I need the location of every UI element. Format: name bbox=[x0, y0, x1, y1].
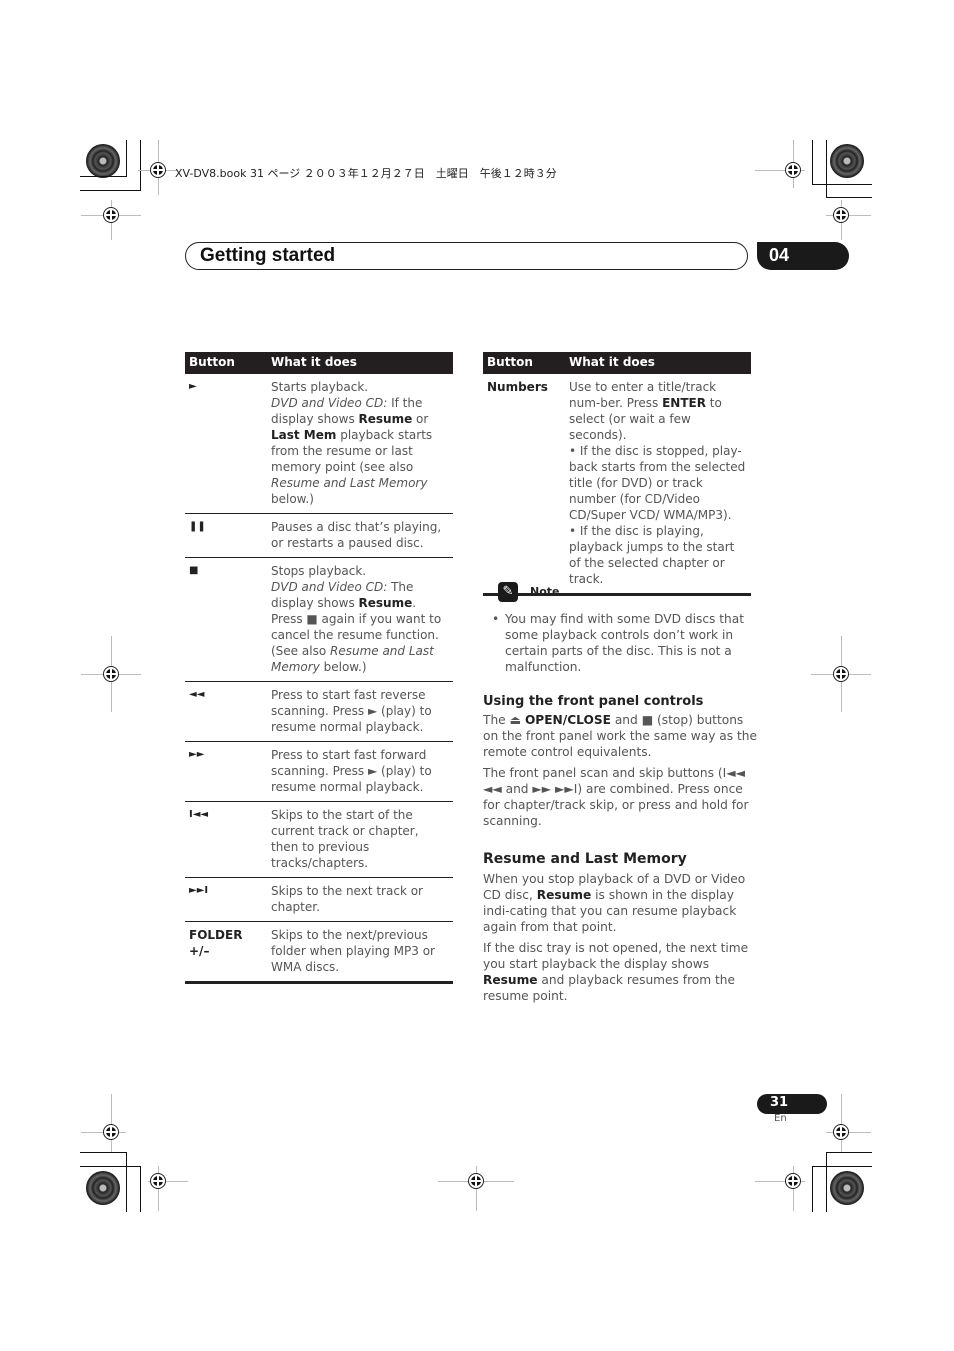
chapter-tab: 04 bbox=[757, 242, 849, 270]
crop-line bbox=[812, 184, 872, 185]
column-header-what-it-does: What it does bbox=[565, 352, 751, 374]
text-run: • If the disc is stopped, play-back star… bbox=[569, 444, 746, 522]
crop-line bbox=[80, 1152, 127, 1153]
page-number-badge: 31 bbox=[757, 1094, 827, 1114]
stop-icon: ■ bbox=[185, 557, 267, 682]
table-row: ■ Stops playback. DVD and Video CD: The di… bbox=[185, 557, 453, 682]
text-run: below.) bbox=[319, 660, 367, 674]
crop-line bbox=[812, 140, 813, 185]
bold-term: Resume bbox=[536, 888, 592, 902]
pencil-note-icon: ✎ bbox=[498, 582, 518, 602]
table-row: ► Starts playback. DVD and Video CD: If th… bbox=[185, 374, 453, 514]
table-row: ◄◄ Press to start fast reverse scanning. … bbox=[185, 681, 453, 742]
table-row: Numbers Use to enter a title/track num-be… bbox=[483, 374, 751, 596]
button-description: Stops playback. DVD and Video CD: The dis… bbox=[267, 557, 453, 682]
skip-next-icon: ►►I bbox=[185, 877, 267, 922]
italic-term: DVD and Video CD: bbox=[271, 580, 388, 594]
registration-disc-bottom-right bbox=[830, 1171, 864, 1205]
bold-term: Resume bbox=[483, 973, 538, 987]
button-description: Skips to the next track or chapter. bbox=[267, 877, 453, 922]
button-description: Pauses a disc that’s playing, or restart… bbox=[267, 513, 453, 558]
controls-table-left: Button What it does ► Starts playback. DVD… bbox=[185, 352, 453, 984]
text-run: The front panel scan and skip buttons (I… bbox=[483, 766, 749, 828]
column-header-button: Button bbox=[185, 352, 267, 374]
bold-term: Resume bbox=[358, 412, 413, 426]
text-run: or bbox=[412, 412, 429, 426]
note-text: You may find with some DVD discs that so… bbox=[505, 612, 745, 674]
chapter-number: 04 bbox=[769, 245, 790, 265]
italic-term: Resume and Last Memory bbox=[271, 476, 428, 490]
bold-term: Last Mem bbox=[271, 428, 337, 442]
text-run: The ⏏ bbox=[483, 713, 525, 727]
table-row: FOLDER +/– Skips to the next/previous fol… bbox=[185, 921, 453, 984]
play-icon: ► bbox=[185, 374, 267, 514]
table-row: I◄◄ Skips to the start of the current tra… bbox=[185, 801, 453, 878]
registration-disc-top-right bbox=[830, 144, 864, 178]
crop-line bbox=[80, 1166, 141, 1167]
crop-line bbox=[80, 176, 127, 177]
text-run: Press to start fast forward scanning. Pr… bbox=[271, 748, 432, 794]
note-bullet: • bbox=[492, 612, 500, 626]
registration-disc-top-left bbox=[86, 144, 120, 178]
column-header-button: Button bbox=[483, 352, 565, 374]
text-run: Pauses a disc that’s playing, or restart… bbox=[271, 520, 442, 550]
crop-line bbox=[826, 197, 872, 198]
rewind-icon: ◄◄ bbox=[185, 681, 267, 742]
resume-paragraph-1: When you stop playback of a DVD or Video… bbox=[483, 871, 758, 935]
table-row: ►►I Skips to the next track or chapter. bbox=[185, 877, 453, 922]
text-run: below.) bbox=[271, 492, 314, 506]
text-run: Stops playback. bbox=[271, 564, 367, 578]
front-panel-heading: Using the front panel controls bbox=[483, 694, 704, 709]
crop-line bbox=[812, 1166, 872, 1167]
text-run: Skips to the next/previous folder when p… bbox=[271, 928, 435, 974]
bold-term: ENTER bbox=[662, 396, 706, 410]
resume-paragraph-2: If the disc tray is not opened, the next… bbox=[483, 940, 758, 1004]
crop-line bbox=[126, 1152, 127, 1212]
button-description: Skips to the start of the current track … bbox=[267, 801, 453, 878]
button-description: Starts playback. DVD and Video CD: If the… bbox=[267, 374, 453, 514]
controls-table-right: Button What it does Numbers Use to enter … bbox=[483, 352, 751, 596]
button-label: Numbers bbox=[483, 374, 565, 596]
resume-heading: Resume and Last Memory bbox=[483, 851, 687, 867]
text-run: Starts playback. bbox=[271, 380, 369, 394]
button-description: Skips to the next/previous folder when p… bbox=[267, 921, 453, 984]
table-row: ►► Press to start fast forward scanning. … bbox=[185, 741, 453, 802]
bold-term: Resume bbox=[358, 596, 413, 610]
text-run: Skips to the next track or chapter. bbox=[271, 884, 423, 914]
table-row: ❚❚ Pauses a disc that’s playing, or resta… bbox=[185, 513, 453, 558]
page-number: 31 bbox=[770, 1095, 789, 1110]
crop-line bbox=[826, 140, 827, 198]
pause-icon: ❚❚ bbox=[185, 513, 267, 558]
italic-term: DVD and Video CD: bbox=[271, 396, 388, 410]
fast-forward-icon: ►► bbox=[185, 741, 267, 802]
front-panel-paragraph-1: The ⏏ OPEN/CLOSE and ■ (stop) buttons on… bbox=[483, 712, 758, 760]
text-run: Skips to the start of the current track … bbox=[271, 808, 419, 870]
button-description: Press to start fast forward scanning. Pr… bbox=[267, 741, 453, 802]
skip-previous-icon: I◄◄ bbox=[185, 801, 267, 878]
crop-line bbox=[140, 140, 141, 190]
crop-line bbox=[826, 1152, 872, 1153]
text-run: Press to start fast reverse scanning. Pr… bbox=[271, 688, 432, 734]
text-run: • If the disc is playing, playback jumps… bbox=[569, 524, 735, 586]
print-metadata: XV-DV8.book 31 ページ ２００３年１２月２７日 土曜日 午後１２時… bbox=[175, 167, 557, 180]
registration-disc-bottom-left bbox=[86, 1171, 120, 1205]
language-code: En bbox=[774, 1113, 787, 1124]
front-panel-paragraph-2: The front panel scan and skip buttons (I… bbox=[483, 765, 758, 829]
crop-line bbox=[812, 1166, 813, 1212]
text-run: If the disc tray is not opened, the next… bbox=[483, 941, 749, 971]
button-description: Use to enter a title/track num-ber. Pres… bbox=[565, 374, 751, 596]
button-description: Press to start fast reverse scanning. Pr… bbox=[267, 681, 453, 742]
column-header-what-it-does: What it does bbox=[267, 352, 453, 374]
note-label: Note bbox=[530, 585, 560, 598]
crop-line bbox=[140, 1166, 141, 1212]
crop-line bbox=[126, 140, 127, 176]
section-title: Getting started bbox=[200, 245, 336, 266]
button-label: FOLDER +/– bbox=[185, 921, 267, 984]
crop-line bbox=[826, 1152, 827, 1212]
section-header: Getting started bbox=[185, 242, 748, 270]
crop-line bbox=[80, 190, 141, 191]
bold-term: OPEN/CLOSE bbox=[524, 713, 611, 727]
